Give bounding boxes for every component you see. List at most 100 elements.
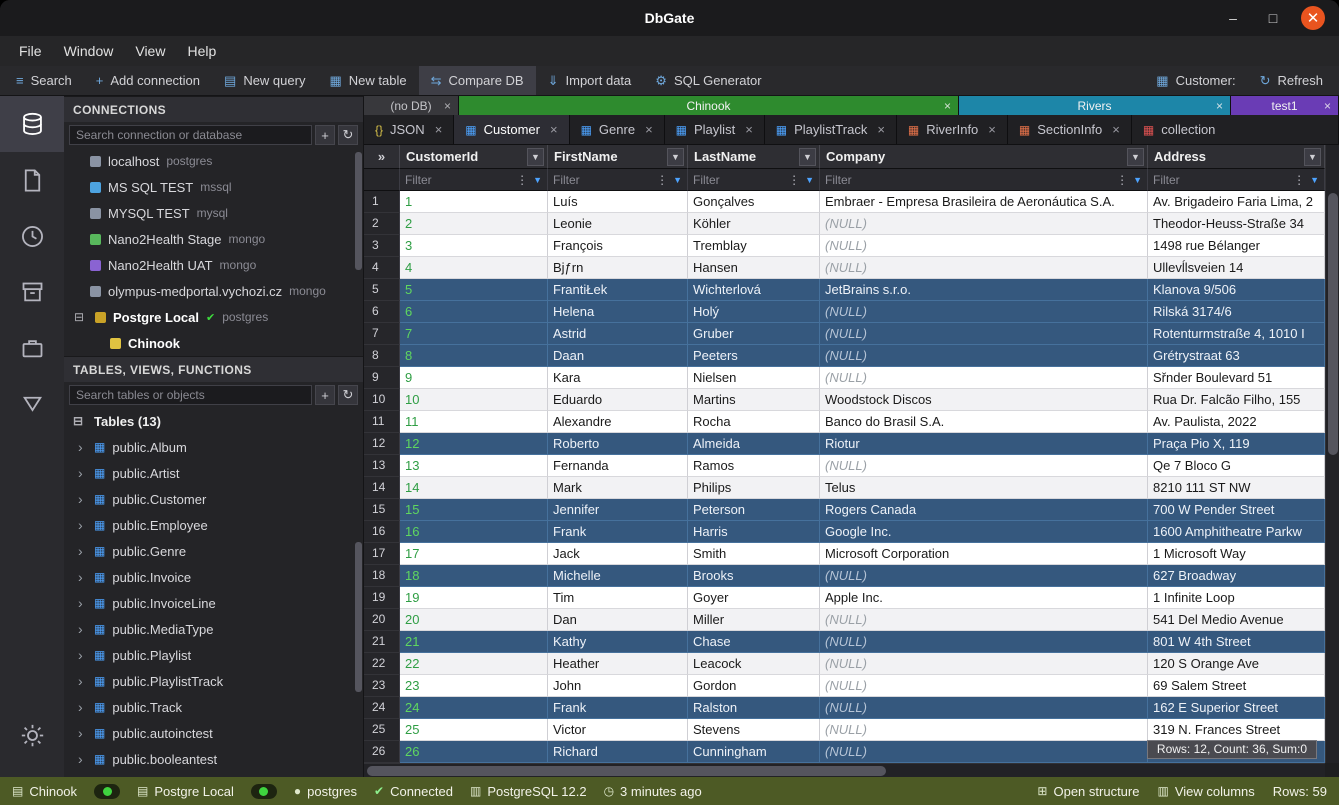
- row-number[interactable]: 18: [364, 565, 400, 587]
- grid-cell[interactable]: 69 Salem Street: [1148, 675, 1325, 697]
- grid-cell[interactable]: Philips: [688, 477, 820, 499]
- grid-cell[interactable]: Tremblay: [688, 235, 820, 257]
- toolbar-add-connection-button[interactable]: +Add connection: [84, 66, 212, 95]
- rail-files-button[interactable]: [0, 152, 64, 208]
- rail-filters-button[interactable]: [0, 376, 64, 432]
- grid-cell[interactable]: Almeida: [688, 433, 820, 455]
- grid-cell[interactable]: 801 W 4th Street: [1148, 631, 1325, 653]
- grid-cell[interactable]: Bjƒrn: [548, 257, 688, 279]
- toolbar-refresh-button[interactable]: ↻Refresh: [1248, 66, 1335, 95]
- column-header-company[interactable]: Company▼: [820, 145, 1148, 169]
- grid-cell[interactable]: 1 Microsoft Way: [1148, 543, 1325, 565]
- grid-cell[interactable]: 8: [400, 345, 548, 367]
- chevron-down-icon[interactable]: ▼: [667, 148, 684, 166]
- grid-cell[interactable]: 541 Del Medio Avenue: [1148, 609, 1325, 631]
- file-tab-playlisttrack[interactable]: ▦PlaylistTrack×: [765, 115, 897, 144]
- grid-cell[interactable]: 13: [400, 455, 548, 477]
- chevron-right-icon[interactable]: ›: [78, 465, 87, 481]
- connection-item[interactable]: Chinook: [64, 330, 363, 356]
- add-table-icon-button[interactable]: +: [315, 385, 335, 405]
- rail-archive-button[interactable]: [0, 264, 64, 320]
- grid-cell[interactable]: 14: [400, 477, 548, 499]
- table-item-public-autoinctest[interactable]: ›▦public.autoinctest: [64, 720, 363, 746]
- row-number[interactable]: 14: [364, 477, 400, 499]
- grid-cell[interactable]: 6: [400, 301, 548, 323]
- menu-help[interactable]: Help: [176, 39, 227, 63]
- grid-cell[interactable]: Jack: [548, 543, 688, 565]
- row-number[interactable]: 15: [364, 499, 400, 521]
- table-item-public-genre[interactable]: ›▦public.Genre: [64, 538, 363, 564]
- grid-cell[interactable]: Google Inc.: [820, 521, 1148, 543]
- grid-cell[interactable]: Apple Inc.: [820, 587, 1148, 609]
- connection-item[interactable]: Nano2Health Stagemongo: [64, 226, 363, 252]
- filter-input-address[interactable]: Filter⋮▼: [1148, 169, 1325, 191]
- chevron-right-icon[interactable]: ›: [78, 569, 87, 585]
- grid-cell[interactable]: Mark: [548, 477, 688, 499]
- grid-cell[interactable]: Rogers Canada: [820, 499, 1148, 521]
- grid-cell[interactable]: Riotur: [820, 433, 1148, 455]
- table-item-public-mediatype[interactable]: ›▦public.MediaType: [64, 616, 363, 642]
- filter-funnel-icon[interactable]: ▼: [533, 175, 542, 185]
- rail-connections-button[interactable]: [0, 96, 64, 152]
- rail-history-button[interactable]: [0, 208, 64, 264]
- grid-cell[interactable]: Roberto: [548, 433, 688, 455]
- grid-cell[interactable]: Cunningham: [688, 741, 820, 763]
- close-icon[interactable]: ×: [550, 122, 558, 137]
- statusbar-open-structure[interactable]: ⊞Open structure: [1037, 784, 1139, 799]
- menu-window[interactable]: Window: [53, 39, 125, 63]
- grid-cell[interactable]: Holý: [688, 301, 820, 323]
- toolbar-customer-button[interactable]: ▦Customer:: [1144, 66, 1247, 95]
- grid-cell[interactable]: Köhler: [688, 213, 820, 235]
- grid-cell[interactable]: Grétrystraat 63: [1148, 345, 1325, 367]
- refresh-connections-icon[interactable]: ↻: [338, 125, 358, 145]
- grid-cell[interactable]: Hansen: [688, 257, 820, 279]
- grid-cell[interactable]: Michelle: [548, 565, 688, 587]
- grid-cell[interactable]: 18: [400, 565, 548, 587]
- row-number[interactable]: 19: [364, 587, 400, 609]
- grid-cell[interactable]: 3: [400, 235, 548, 257]
- grid-cell[interactable]: Leacock: [688, 653, 820, 675]
- row-number[interactable]: 11: [364, 411, 400, 433]
- row-number[interactable]: 7: [364, 323, 400, 345]
- rail-plugins-button[interactable]: [0, 320, 64, 376]
- grid-cell[interactable]: Woodstock Discos: [820, 389, 1148, 411]
- menu-dots-icon[interactable]: ⋮: [1293, 173, 1305, 187]
- grid-cell[interactable]: Helena: [548, 301, 688, 323]
- grid-cell[interactable]: Brooks: [688, 565, 820, 587]
- grid-cell[interactable]: 15: [400, 499, 548, 521]
- row-number[interactable]: 16: [364, 521, 400, 543]
- grid-cell[interactable]: Rocha: [688, 411, 820, 433]
- tables-search-input[interactable]: [69, 385, 312, 405]
- grid-cell[interactable]: 24: [400, 697, 548, 719]
- grid-cell[interactable]: Frank: [548, 521, 688, 543]
- column-header-lastname[interactable]: LastName▼: [688, 145, 820, 169]
- file-tab-riverinfo[interactable]: ▦RiverInfo×: [897, 115, 1008, 144]
- grid-cell[interactable]: (NULL): [820, 609, 1148, 631]
- grid-cell[interactable]: Theodor-Heuss-Straße 34: [1148, 213, 1325, 235]
- column-header-address[interactable]: Address▼: [1148, 145, 1325, 169]
- grid-cell[interactable]: (NULL): [820, 235, 1148, 257]
- grid-cell[interactable]: Ullevĺlsveien 14: [1148, 257, 1325, 279]
- menu-dots-icon[interactable]: ⋮: [788, 173, 800, 187]
- grid-cell[interactable]: Gruber: [688, 323, 820, 345]
- grid-cell[interactable]: Kara: [548, 367, 688, 389]
- grid-cell[interactable]: Nielsen: [688, 367, 820, 389]
- toolbar-import-data-button[interactable]: ⇓Import data: [536, 66, 644, 95]
- db-tab-chinook[interactable]: Chinook×: [459, 96, 959, 115]
- close-icon[interactable]: ×: [435, 122, 443, 137]
- grid-cell[interactable]: Klanova 9/506: [1148, 279, 1325, 301]
- close-button[interactable]: ✕: [1301, 6, 1325, 30]
- grid-cell[interactable]: 120 S Orange Ave: [1148, 653, 1325, 675]
- grid-cell[interactable]: 2: [400, 213, 548, 235]
- grid-cell[interactable]: Daan: [548, 345, 688, 367]
- grid-cell[interactable]: Av. Brigadeiro Faria Lima, 2: [1148, 191, 1325, 213]
- grid-cell[interactable]: 16: [400, 521, 548, 543]
- connections-search-input[interactable]: [69, 125, 312, 145]
- table-item-public-playlisttrack[interactable]: ›▦public.PlaylistTrack: [64, 668, 363, 694]
- close-icon[interactable]: ×: [745, 122, 753, 137]
- close-icon[interactable]: ×: [1324, 99, 1331, 113]
- grid-cell[interactable]: 8210 111 ST NW: [1148, 477, 1325, 499]
- file-tab-genre[interactable]: ▦Genre×: [570, 115, 665, 144]
- chevron-right-icon[interactable]: ›: [78, 647, 87, 663]
- column-header-firstname[interactable]: FirstName▼: [548, 145, 688, 169]
